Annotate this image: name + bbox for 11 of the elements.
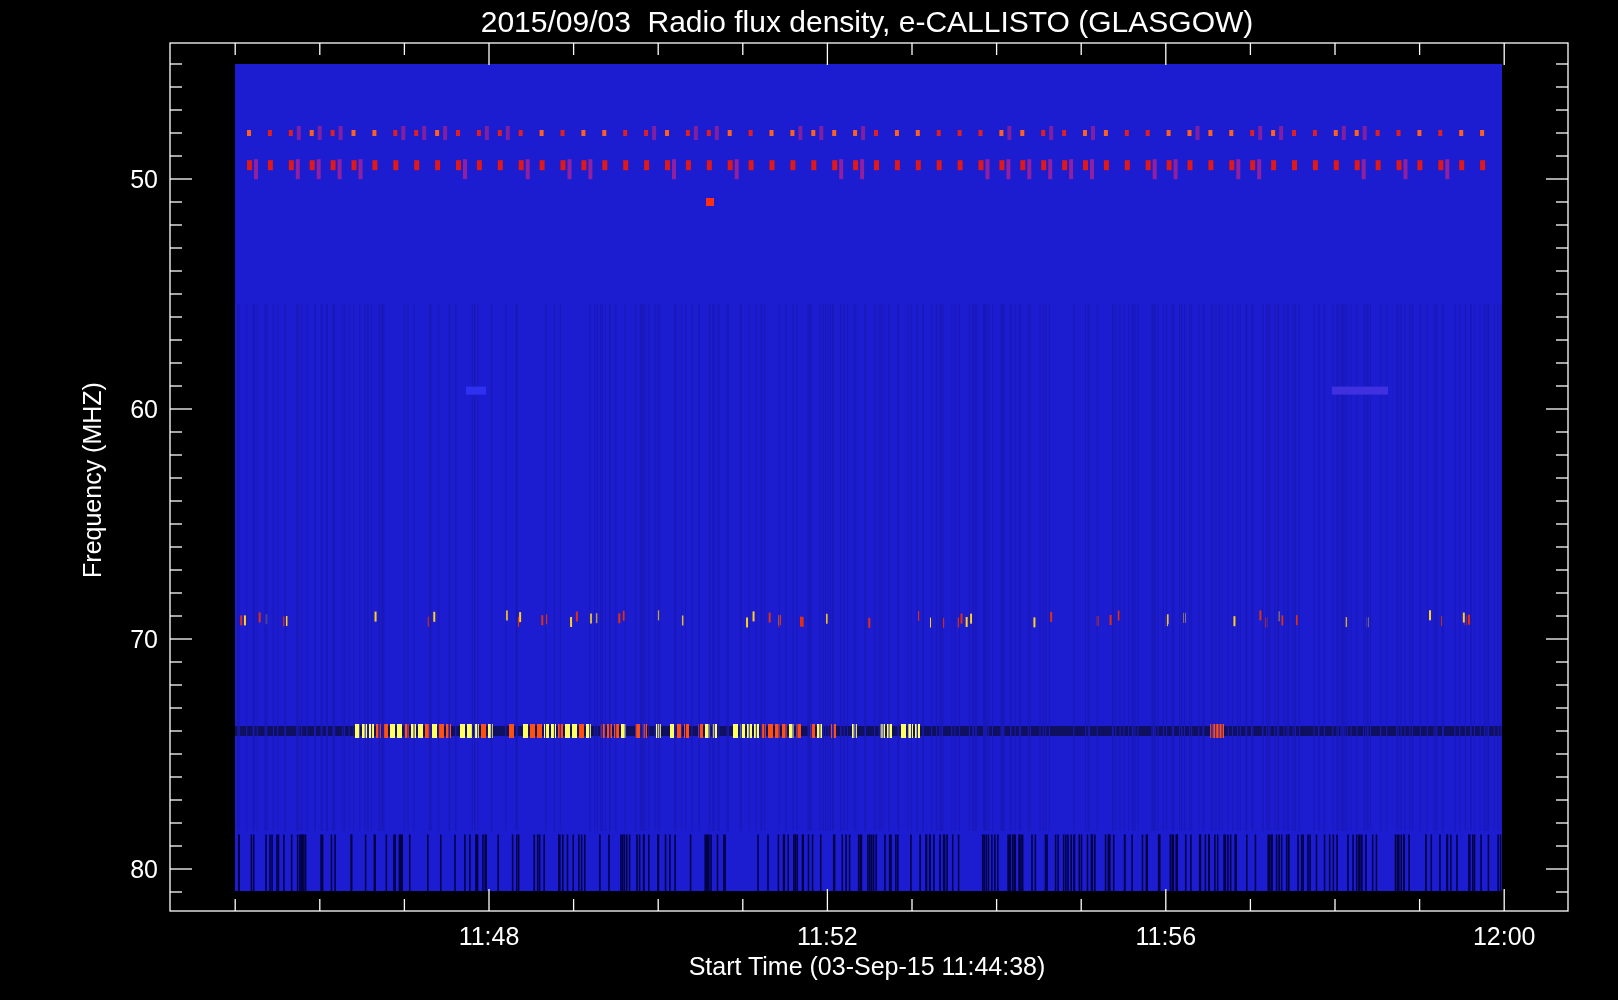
tick-label: 70	[130, 625, 158, 653]
tick-label: 80	[130, 855, 158, 883]
plot-title: 2015/09/03 Radio flux density, e-CALLISTO (GLASGOW)	[480, 5, 1254, 38]
tick-label: 60	[130, 395, 158, 423]
axis-label: Start Time (03-Sep-15 11:44:38)	[688, 952, 1046, 980]
tick-label: 50	[130, 165, 158, 193]
tick-label: 12:00	[1472, 922, 1536, 950]
tick-label: 11:48	[458, 922, 520, 950]
tick-label: 11:56	[1135, 922, 1197, 950]
axis-label: Frequency (MHZ)	[78, 382, 106, 578]
tick-label: 11:52	[797, 922, 858, 950]
